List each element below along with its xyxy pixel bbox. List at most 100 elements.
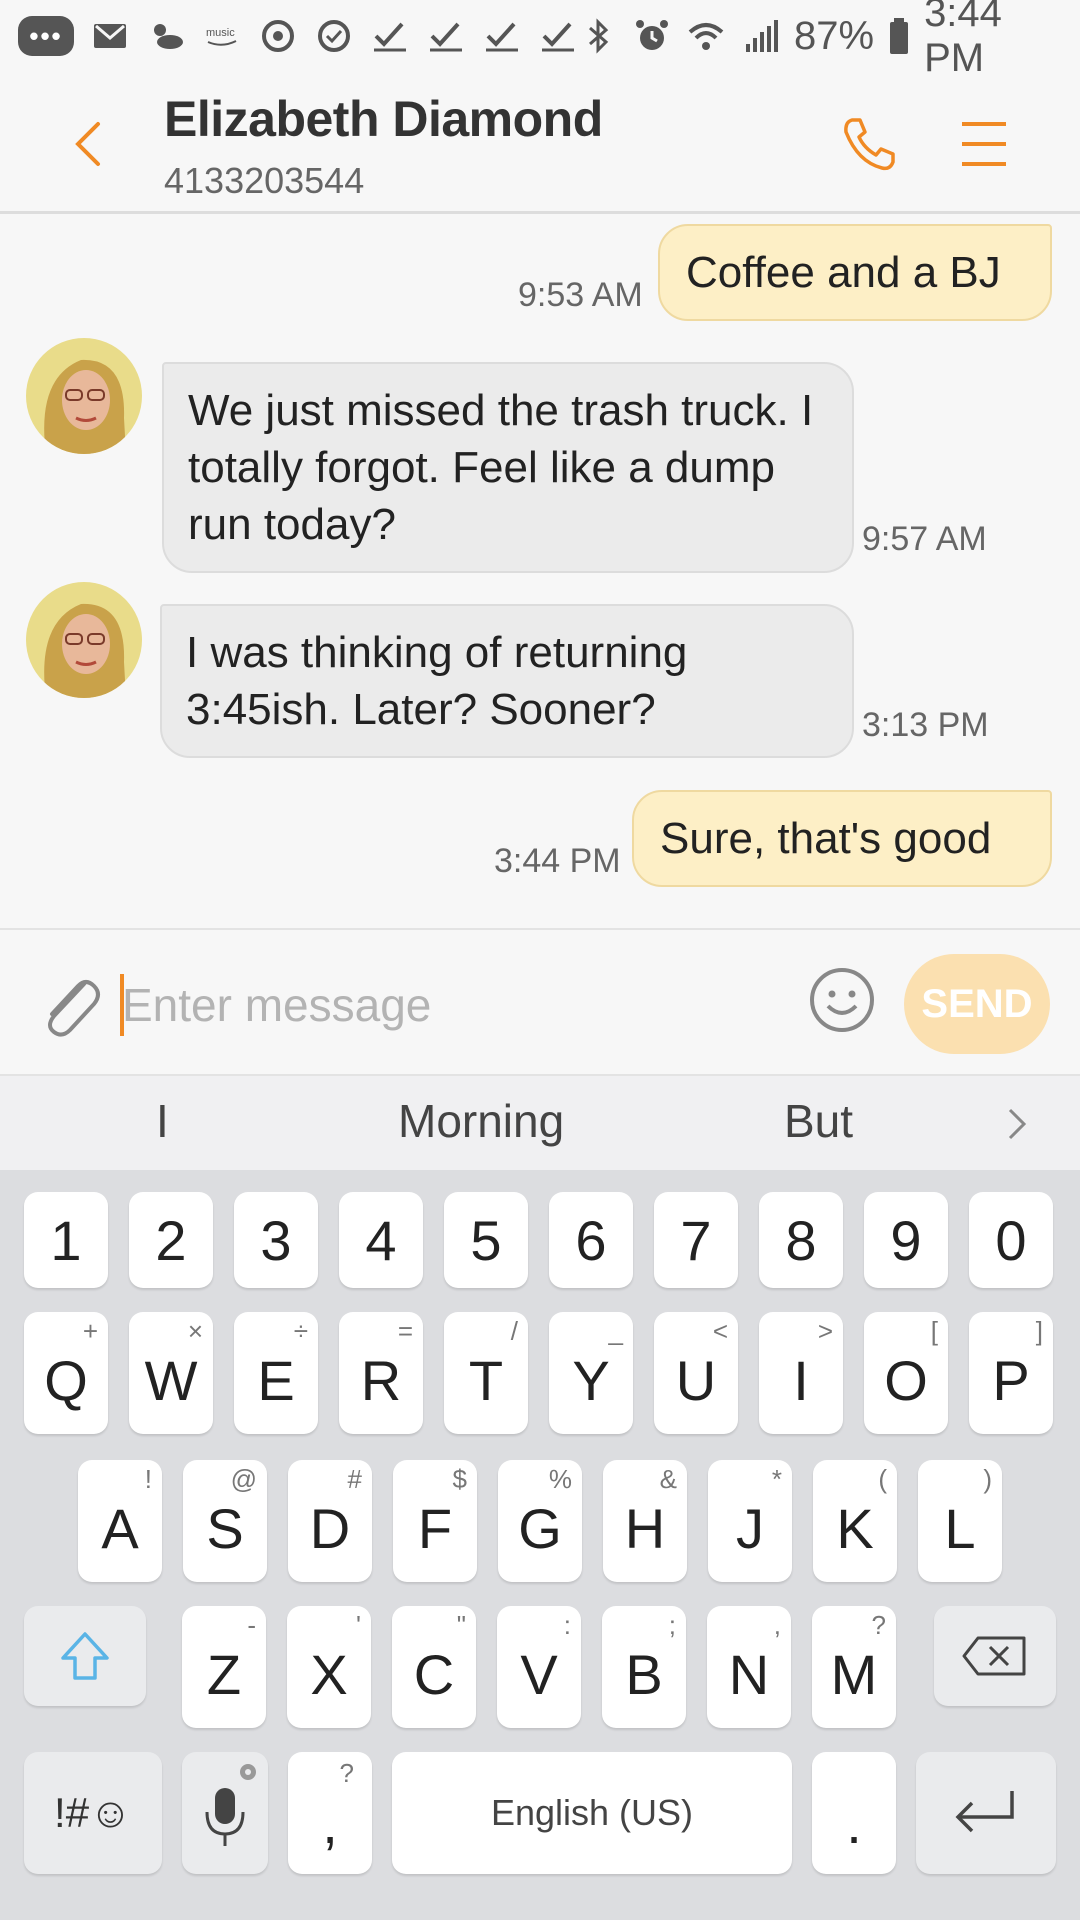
key-f-sub: $ — [452, 1464, 467, 1494]
key-6[interactable]: 6 — [549, 1192, 633, 1288]
enter-key[interactable] — [916, 1752, 1056, 1874]
comma-key[interactable]: , ? — [288, 1752, 372, 1874]
key-2[interactable]: 2 — [129, 1192, 213, 1288]
key-c-sub: " — [456, 1610, 466, 1640]
message-input[interactable] — [122, 966, 782, 1044]
key-7-label: 7 — [680, 1208, 712, 1272]
contact-name: Elizabeth Diamond — [164, 91, 603, 147]
key-t[interactable]: T / — [444, 1312, 528, 1434]
key-m-label: M — [830, 1642, 878, 1706]
incoming-message[interactable]: We just missed the trash truck. I totall… — [162, 362, 854, 573]
clock-check-icon — [314, 16, 354, 56]
key-7[interactable]: 7 — [654, 1192, 738, 1288]
key-x[interactable]: X ' — [287, 1606, 371, 1728]
key-b[interactable]: B; — [602, 1606, 686, 1728]
voice-input-key[interactable] — [182, 1752, 268, 1874]
backspace-key[interactable] — [934, 1606, 1056, 1706]
wifi-icon — [686, 16, 726, 56]
key-e-sub: ÷ — [293, 1316, 308, 1346]
suggestion-item[interactable]: I — [156, 1094, 169, 1148]
key-i-label: I — [793, 1348, 809, 1412]
key-l[interactable]: L) — [918, 1460, 1002, 1582]
key-3[interactable]: 3 — [234, 1192, 318, 1288]
key-m[interactable]: M? — [812, 1606, 896, 1728]
keyboard: !#☺ , ? English (US) . 1 2 3 4 5 6 7 8 9 0 Q + W × E ÷ R… — [0, 1170, 1080, 1920]
key-b-sub: ; — [668, 1610, 676, 1640]
key-i-sub: > — [817, 1316, 833, 1346]
key-x-sub: ' — [356, 1610, 361, 1640]
menu-button[interactable] — [958, 116, 1010, 172]
message-list[interactable]: 9:53 AM Coffee and a BJ We just missed t… — [0, 214, 1080, 928]
key-q[interactable]: Q + — [24, 1312, 108, 1434]
symbols-key[interactable]: !#☺ — [24, 1752, 162, 1874]
key-0-label: 0 — [995, 1208, 1027, 1272]
key-a[interactable]: A! — [78, 1460, 162, 1582]
svg-text:music: music — [206, 27, 235, 39]
send-button[interactable]: SEND — [904, 954, 1050, 1054]
contact-avatar[interactable] — [26, 582, 142, 698]
shift-key[interactable] — [24, 1606, 146, 1706]
incoming-message[interactable]: I was thinking of returning 3:45ish. Lat… — [160, 604, 854, 758]
key-h-sub: & — [659, 1464, 677, 1494]
period-key-label: . — [846, 1791, 862, 1855]
key-0[interactable]: 0 — [969, 1192, 1053, 1288]
shift-arrow-icon — [61, 1632, 109, 1680]
key-r-sub: = — [397, 1316, 413, 1346]
key-g[interactable]: G% — [498, 1460, 582, 1582]
key-z[interactable]: Z- — [182, 1606, 266, 1728]
key-s[interactable]: S @ — [183, 1460, 267, 1582]
expand-suggestions-button[interactable] — [1000, 1100, 1036, 1148]
gmail-icon — [90, 16, 130, 56]
key-z-sub: - — [247, 1610, 256, 1640]
space-key[interactable]: English (US) — [392, 1752, 792, 1874]
attach-button[interactable] — [34, 964, 104, 1044]
key-9[interactable]: 9 — [864, 1192, 948, 1288]
enter-icon — [955, 1791, 1014, 1833]
key-r[interactable]: R = — [339, 1312, 423, 1434]
key-w[interactable]: W × — [129, 1312, 213, 1434]
key-k[interactable]: K( — [813, 1460, 897, 1582]
key-e[interactable]: E ÷ — [234, 1312, 318, 1434]
key-v[interactable]: V: — [497, 1606, 581, 1728]
battery-icon — [888, 16, 910, 56]
comma-key-sub: ? — [339, 1758, 354, 1788]
key-2-label: 2 — [155, 1208, 187, 1272]
key-5[interactable]: 5 — [444, 1192, 528, 1288]
key-p[interactable]: P] — [969, 1312, 1053, 1434]
key-a-sub: ! — [144, 1464, 152, 1494]
key-w-label: W — [144, 1348, 198, 1412]
key-y[interactable]: Y _ — [549, 1312, 633, 1434]
key-p-sub: ] — [1035, 1316, 1043, 1346]
symbols-key-label: !#☺ — [54, 1789, 132, 1836]
key-g-sub: % — [548, 1464, 572, 1494]
key-n[interactable]: N, — [707, 1606, 791, 1728]
key-u[interactable]: U < — [654, 1312, 738, 1434]
key-o[interactable]: O[ — [864, 1312, 948, 1434]
key-d[interactable]: D # — [288, 1460, 372, 1582]
key-c[interactable]: C " — [392, 1606, 476, 1728]
key-4[interactable]: 4 — [339, 1192, 423, 1288]
suggestion-item[interactable]: Morning — [398, 1094, 564, 1148]
check-icon — [370, 16, 410, 56]
key-i[interactable]: I > — [759, 1312, 843, 1434]
key-h[interactable]: H & — [603, 1460, 687, 1582]
key-1[interactable]: 1 — [24, 1192, 108, 1288]
key-x-label: X — [310, 1642, 348, 1706]
suggestion-item[interactable]: But — [784, 1094, 853, 1148]
key-p-label: P — [992, 1348, 1030, 1412]
key-f[interactable]: F $ — [393, 1460, 477, 1582]
outgoing-message[interactable]: Sure, that's good — [632, 790, 1052, 887]
contact-avatar[interactable] — [26, 338, 142, 454]
emoji-button[interactable] — [808, 966, 876, 1034]
status-bar: ••• music 87% 3:44 PM — [0, 0, 1080, 80]
back-button[interactable] — [60, 112, 120, 176]
period-key[interactable]: . — [812, 1752, 896, 1874]
outgoing-message[interactable]: Coffee and a BJ — [658, 224, 1052, 321]
call-button[interactable] — [838, 112, 902, 176]
key-9-label: 9 — [890, 1208, 922, 1272]
battery-percent: 87% — [794, 13, 875, 58]
key-d-sub: # — [347, 1464, 362, 1494]
key-j[interactable]: J * — [708, 1460, 792, 1582]
key-8[interactable]: 8 — [759, 1192, 843, 1288]
key-v-sub: : — [563, 1610, 571, 1640]
